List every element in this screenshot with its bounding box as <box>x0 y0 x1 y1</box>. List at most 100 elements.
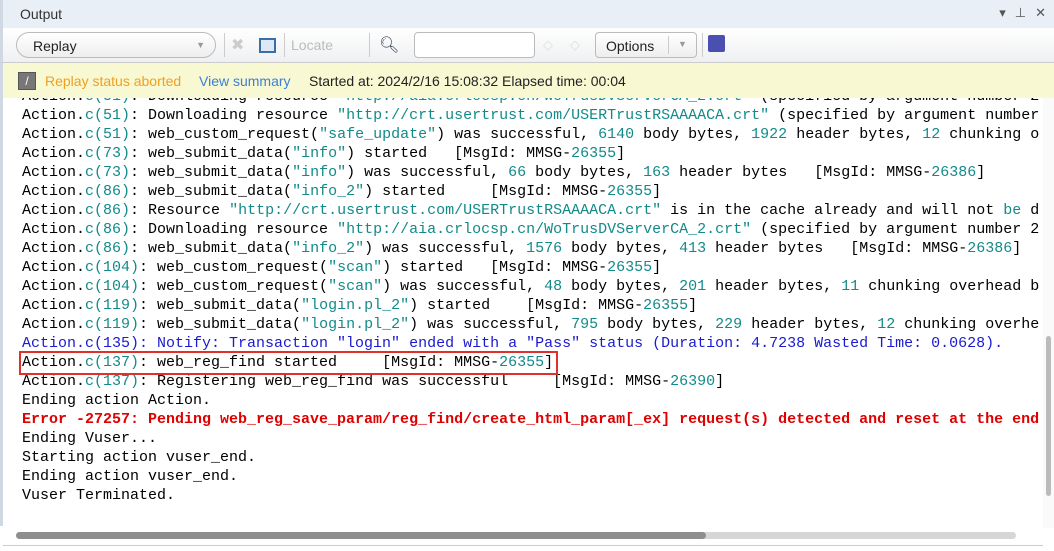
log-segment: c(119) <box>85 316 140 333</box>
log-line: Action.c(86): web_submit_data("info_2") … <box>22 239 1039 258</box>
output-source-select[interactable]: Replay ▼ <box>16 32 216 58</box>
log-segment: ] <box>616 145 626 162</box>
log-line: Action.c(119): web_submit_data("login.pl… <box>22 315 1039 334</box>
log-segment: c(51) <box>85 107 131 124</box>
log-segment: Vuser Terminated. <box>22 487 176 504</box>
log-segment: : web_submit_data( <box>139 297 302 314</box>
log-segment: Action. <box>22 297 86 314</box>
log-segment: Action. <box>22 259 86 276</box>
log-segment: : web_submit_data( <box>130 164 293 181</box>
panel-menu-icon[interactable]: ▾ <box>999 5 1006 21</box>
log-segment: 26355 <box>607 183 653 200</box>
log-segment: 26386 <box>967 240 1013 257</box>
search-input[interactable] <box>414 32 535 58</box>
log-segment: Ending Vuser... <box>22 430 158 447</box>
log-segment: 6140 <box>598 126 635 143</box>
locate-button[interactable]: Locate <box>291 37 333 53</box>
run-info: Started at: 2024/2/16 15:08:32 Elapsed t… <box>309 73 626 89</box>
log-segment: header bytes [MsgId: MMSG- <box>670 164 932 181</box>
log-segment: "http://crt.usertrust.com/USERTrustRSAAA… <box>337 107 770 124</box>
wrap-text-icon[interactable] <box>259 38 276 53</box>
log-segment: chunking overhead b <box>859 278 1040 295</box>
options-button[interactable]: Options ▼ <box>595 32 697 58</box>
log-segment: Action. <box>22 278 86 295</box>
log-segment: : web_submit_data( <box>130 240 293 257</box>
log-segment: body bytes, <box>562 278 680 295</box>
output-panel-header: Output ▾ ⊥ ✕ <box>0 0 1054 28</box>
log-segment: 11 <box>841 278 860 295</box>
log-segment: (specified by argument number 2 <box>751 98 1039 105</box>
log-segment: c(104) <box>85 259 140 276</box>
view-summary-link[interactable]: View summary <box>199 73 291 89</box>
log-segment: ) was successful, <box>409 316 572 333</box>
log-segment: ] <box>652 183 662 200</box>
log-segment: ) was successful, <box>364 240 527 257</box>
log-segment: : Downloading resource <box>130 98 337 105</box>
log-segment: : web_submit_data( <box>130 183 293 200</box>
log-segment: Action. <box>22 373 86 390</box>
log-segment: "login.pl_2" <box>301 316 410 333</box>
log-segment: ] <box>652 259 662 276</box>
log-segment: 26355 <box>607 259 653 276</box>
log-line: Action.c(51): Downloading resource "http… <box>22 98 1039 106</box>
chevron-down-icon[interactable]: ▼ <box>668 36 696 54</box>
log-segment: c(119) <box>85 297 140 314</box>
previous-icon[interactable]: ◇ <box>543 37 553 53</box>
pin-icon[interactable]: ⊥ <box>1015 5 1026 21</box>
divider <box>702 33 703 57</box>
chevron-down-icon: ▼ <box>196 40 205 50</box>
log-segment: : web_custom_request( <box>130 126 320 143</box>
log-segment: 26355 <box>643 297 689 314</box>
log-segment: body bytes, <box>598 316 716 333</box>
log-line: Starting action vuser_end. <box>22 448 1039 467</box>
log-segment: ] <box>976 164 986 181</box>
divider <box>284 33 285 57</box>
log-segment: Action. <box>22 107 86 124</box>
close-icon[interactable]: ✕ <box>1035 5 1046 21</box>
log-segment: 201 <box>679 278 707 295</box>
log-line: Ending action Action. <box>22 391 1039 410</box>
log-segment: body bytes, <box>526 164 644 181</box>
log-segment: ) started [MsgId: MMSG- <box>382 259 608 276</box>
log-segment: 12 <box>922 126 941 143</box>
log-segment: ) started [MsgId: MMSG- <box>364 183 608 200</box>
log-segment: "http://aia.crlocsp.cn/WoTrusDVServerCA_… <box>337 221 752 238</box>
log-segment: ] <box>688 297 698 314</box>
output-log[interactable]: Action.c(51): Downloading resource "http… <box>0 98 1043 526</box>
next-icon[interactable]: ◇ <box>570 37 580 53</box>
horizontal-scrollbar[interactable] <box>3 526 1043 546</box>
log-line: Action.c(51): Downloading resource "http… <box>22 106 1039 125</box>
replay-status: Replay status aborted <box>45 73 182 89</box>
log-segment: "info_2" <box>292 183 365 200</box>
horizontal-scroll-thumb[interactable] <box>16 532 706 539</box>
log-segment: Action. <box>22 316 86 333</box>
log-segment: ) started [MsgId: MMSG- <box>409 297 644 314</box>
log-lines: Action.c(51): Downloading resource "http… <box>22 98 1039 505</box>
log-segment: Action. <box>22 145 86 162</box>
log-segment: (specified by argument number <box>769 107 1040 124</box>
panel-title: Output <box>20 6 63 22</box>
log-segment: Action. <box>22 164 86 181</box>
search-icon[interactable]: 🔍︎ <box>379 35 399 55</box>
log-segment: ] <box>1012 240 1022 257</box>
aborted-status-icon: / <box>18 72 36 90</box>
log-segment: header bytes [MsgId: MMSG- <box>706 240 968 257</box>
log-segment: "http://crt.usertrust.com/USERTrustRSAAA… <box>229 202 662 219</box>
log-line: Ending action vuser_end. <box>22 467 1039 486</box>
log-segment: "scan" <box>328 278 383 295</box>
log-segment: : web_submit_data( <box>139 316 302 333</box>
vertical-scrollbar[interactable] <box>1043 98 1054 528</box>
clear-icon[interactable]: ✖ <box>231 35 244 55</box>
log-line: Action.c(73): web_submit_data("info") st… <box>22 144 1039 163</box>
log-line: Action.c(51): web_custom_request("safe_u… <box>22 125 1039 144</box>
log-segment: 66 <box>508 164 527 181</box>
log-segment: : Registering web_reg_find was successfu… <box>139 373 671 390</box>
log-segment: chunking o <box>940 126 1040 143</box>
log-segment: "info_2" <box>292 240 365 257</box>
vertical-scroll-thumb[interactable] <box>1046 336 1051 496</box>
log-segment: 1922 <box>751 126 788 143</box>
save-icon[interactable] <box>708 35 725 52</box>
toolbar: Replay ▼ ✖ Locate 🔍︎ ◇ ◇ Options ▼ <box>0 28 1054 63</box>
log-segment: ) was successful, <box>346 164 509 181</box>
log-segment: 163 <box>643 164 671 181</box>
